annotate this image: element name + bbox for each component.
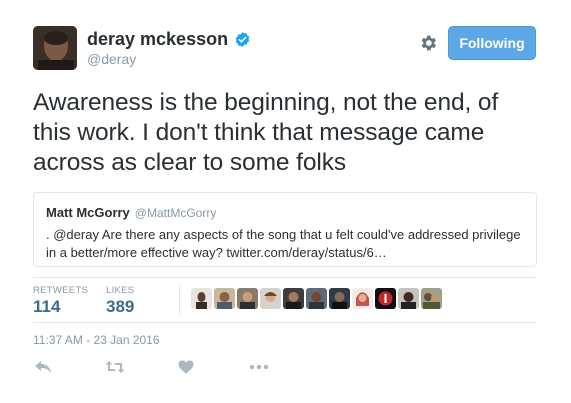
liker-avatar[interactable] [237, 288, 258, 309]
liker-avatar[interactable] [260, 288, 281, 309]
retweets-label: RETWEETS [33, 285, 89, 296]
tweet-text: Awareness is the beginning, not the end,… [33, 89, 499, 176]
more-icon[interactable] [249, 364, 269, 370]
following-button[interactable]: Following [448, 26, 536, 60]
retweet-icon[interactable] [105, 360, 125, 374]
author-display-name[interactable]: deray mckesson [87, 29, 228, 49]
retweets-count: 114 [33, 297, 61, 316]
tweet-timestamp[interactable]: 11:37 AM - 23 Jan 2016 [33, 333, 160, 347]
quoted-tweet-header: Matt McGorry @MattMcGorry [46, 205, 524, 220]
liker-avatar[interactable] [214, 288, 235, 309]
likes-count: 389 [106, 297, 135, 316]
liker-avatar[interactable] [191, 288, 212, 309]
author-name-row[interactable]: deray mckesson [87, 29, 251, 49]
liker-avatar[interactable] [329, 288, 350, 309]
likers-avatar-list [191, 288, 442, 309]
retweets-stat[interactable]: RETWEETS 114 [33, 285, 88, 317]
likes-stat[interactable]: LIKES 389 [106, 285, 134, 317]
liker-avatar[interactable] [283, 288, 304, 309]
author-handle[interactable]: @deray [87, 51, 136, 68]
quoted-author-name: Matt McGorry [46, 205, 130, 220]
liker-avatar[interactable] [352, 288, 373, 309]
likes-label: LIKES [106, 285, 135, 296]
heart-icon[interactable] [178, 360, 194, 374]
stats-separator [179, 285, 180, 315]
author-avatar[interactable] [33, 26, 77, 70]
liker-avatar[interactable] [375, 288, 396, 309]
quoted-tweet-text: . @deray Are there any aspects of the so… [46, 227, 521, 260]
quoted-tweet-card[interactable]: Matt McGorry @MattMcGorry . @deray Are t… [33, 192, 537, 267]
verified-badge-icon [234, 31, 251, 48]
liker-avatar[interactable] [421, 288, 442, 309]
divider [33, 277, 537, 278]
liker-avatar[interactable] [398, 288, 419, 309]
quoted-author-handle: @MattMcGorry [134, 206, 217, 220]
divider [33, 322, 537, 323]
reply-icon[interactable] [34, 360, 52, 374]
gear-icon[interactable] [418, 33, 438, 53]
liker-avatar[interactable] [306, 288, 327, 309]
